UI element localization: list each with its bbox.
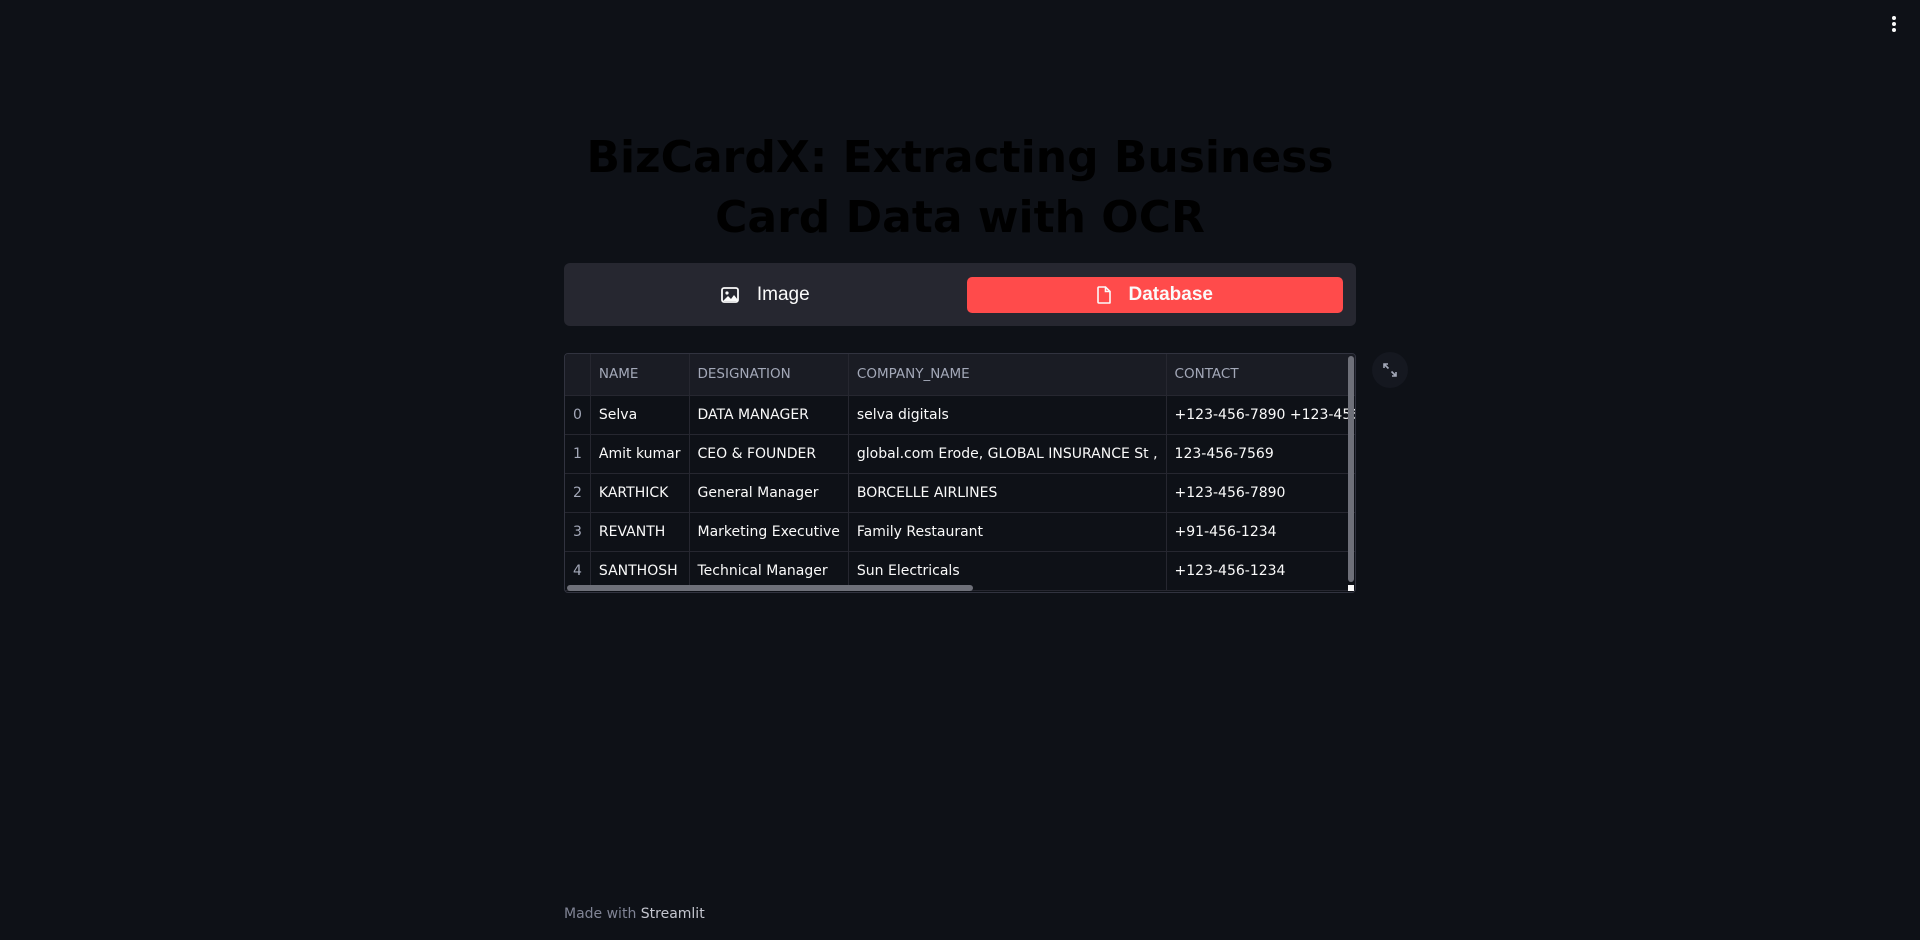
image-icon bbox=[720, 287, 739, 303]
table-row: 0 Selva DATA MANAGER selva digitals +123… bbox=[565, 395, 1355, 435]
table-header-row: NAME DESIGNATION COMPANY_NAME CONTACT bbox=[565, 354, 1355, 396]
cell-contact[interactable]: +123-456-1234 bbox=[1166, 551, 1355, 591]
cell-company-name[interactable]: BORCELLE AIRLINES bbox=[848, 473, 1167, 513]
cell-company-name[interactable]: Family Restaurant bbox=[848, 512, 1167, 552]
dataframe[interactable]: NAME DESIGNATION COMPANY_NAME CONTACT 0 … bbox=[564, 353, 1356, 593]
table-row: 3 REVANTH Marketing Executive Family Res… bbox=[565, 512, 1355, 552]
file-icon bbox=[1096, 286, 1111, 304]
row-index[interactable]: 1 bbox=[565, 434, 591, 474]
option-database-label: Database bbox=[1128, 284, 1214, 305]
page-title: BizCardX: Extracting Business Card Data … bbox=[586, 132, 1334, 243]
cell-contact[interactable]: 123-456-7569 bbox=[1166, 434, 1355, 474]
row-index[interactable]: 3 bbox=[565, 512, 591, 552]
option-menu: Image Database bbox=[564, 263, 1356, 326]
cell-designation[interactable]: Marketing Executive bbox=[689, 512, 849, 552]
cell-name[interactable]: Selva bbox=[590, 395, 690, 435]
cell-name[interactable]: Amit kumar bbox=[590, 434, 690, 474]
cell-designation[interactable]: CEO & FOUNDER bbox=[689, 434, 849, 474]
streamlit-link[interactable]: Streamlit bbox=[641, 906, 705, 922]
main-menu-button[interactable] bbox=[1880, 10, 1908, 38]
column-header-index[interactable] bbox=[565, 354, 591, 396]
cell-contact[interactable]: +91-456-1234 bbox=[1166, 512, 1355, 552]
cell-designation[interactable]: DATA MANAGER bbox=[689, 395, 849, 435]
option-image[interactable]: Image bbox=[577, 277, 954, 313]
cell-name[interactable]: KARTHICK bbox=[590, 473, 690, 513]
cell-company-name[interactable]: global.com Erode, GLOBAL INSURANCE St , bbox=[848, 434, 1167, 474]
cell-name[interactable]: REVANTH bbox=[590, 512, 690, 552]
table-row: 1 Amit kumar CEO & FOUNDER global.com Er… bbox=[565, 434, 1355, 474]
cell-contact[interactable]: +123-456-7890 bbox=[1166, 473, 1355, 513]
footer-prefix: Made with bbox=[564, 906, 637, 922]
column-header-name[interactable]: NAME bbox=[590, 354, 690, 396]
column-header-contact[interactable]: CONTACT bbox=[1166, 354, 1355, 396]
main-content: BizCardX: Extracting Business Card Data … bbox=[564, 0, 1408, 940]
column-header-company-name[interactable]: COMPANY_NAME bbox=[848, 354, 1167, 396]
expand-icon bbox=[1383, 363, 1397, 377]
resize-handle[interactable] bbox=[1348, 585, 1354, 591]
vertical-ellipsis-icon bbox=[1892, 16, 1896, 32]
cell-designation[interactable]: General Manager bbox=[689, 473, 849, 513]
option-database[interactable]: Database bbox=[966, 277, 1343, 313]
option-image-label: Image bbox=[756, 284, 810, 305]
cell-contact[interactable]: +123-456-7890 +123-456-7891 bbox=[1166, 395, 1355, 435]
fullscreen-button[interactable] bbox=[1372, 352, 1408, 388]
cell-company-name[interactable]: selva digitals bbox=[848, 395, 1167, 435]
data-table: NAME DESIGNATION COMPANY_NAME CONTACT 0 … bbox=[565, 354, 1355, 591]
table-row: 2 KARTHICK General Manager BORCELLE AIRL… bbox=[565, 473, 1355, 513]
vertical-scrollbar[interactable] bbox=[1348, 356, 1354, 582]
column-header-designation[interactable]: DESIGNATION bbox=[689, 354, 849, 396]
row-index[interactable]: 2 bbox=[565, 473, 591, 513]
footer: Made with Streamlit bbox=[564, 906, 705, 922]
row-index[interactable]: 0 bbox=[565, 395, 591, 435]
horizontal-scrollbar[interactable] bbox=[567, 585, 973, 591]
